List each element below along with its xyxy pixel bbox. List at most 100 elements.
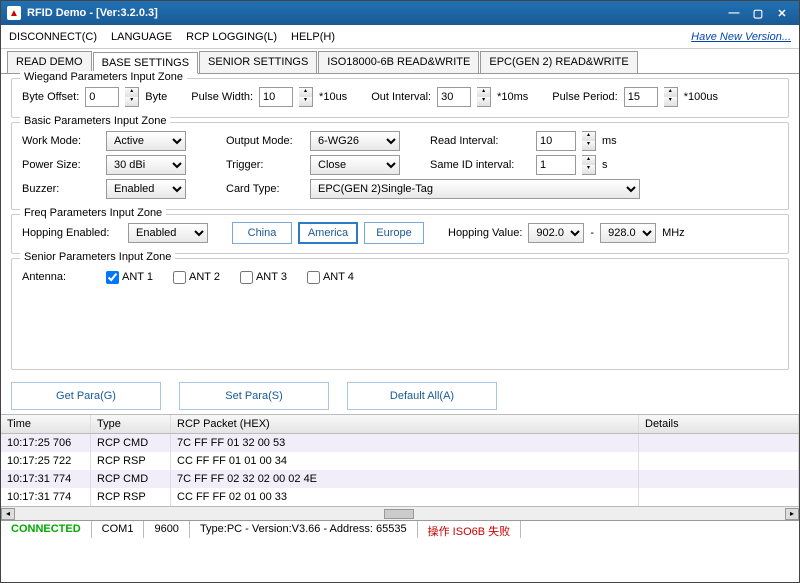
default-all-button[interactable]: Default All(A) [347, 382, 497, 410]
work-mode-label: Work Mode: [22, 135, 100, 147]
sameid-unit: s [602, 159, 608, 171]
buzzer-label: Buzzer: [22, 183, 100, 195]
byte-offset-input[interactable] [85, 87, 119, 107]
sameid-spinner[interactable]: ▴▾ [582, 155, 596, 175]
senior-group: Senior Parameters Input Zone Antenna: AN… [11, 258, 789, 370]
status-error: 操作 ISO6B 失败 [418, 521, 522, 538]
scroll-right-icon[interactable]: ▸ [785, 508, 799, 520]
ant4-label: ANT 4 [323, 271, 354, 283]
output-mode-select[interactable]: 6-WG26 [310, 131, 400, 151]
sameid-input[interactable] [536, 155, 576, 175]
table-row[interactable]: 10:17:31 774RCP RSPCC FF FF 02 01 00 33 [1, 488, 799, 506]
range-sep: - [590, 227, 594, 239]
pulse-period-input[interactable] [624, 87, 658, 107]
read-interval-spinner[interactable]: ▴▾ [582, 131, 596, 151]
ant2-label: ANT 2 [189, 271, 220, 283]
wiegand-group: Wiegand Parameters Input Zone Byte Offse… [11, 78, 789, 118]
log-grid: Time Type RCP Packet (HEX) Details 10:17… [1, 414, 799, 506]
basic-title: Basic Parameters Input Zone [20, 115, 170, 127]
window-title: RFID Demo - [Ver:3.2.0.3] [27, 7, 158, 19]
status-bar: CONNECTED COM1 9600 Type:PC - Version:V3… [1, 520, 799, 538]
region-china[interactable]: China [232, 222, 292, 244]
pp-unit: *100us [684, 91, 718, 103]
cardtype-label: Card Type: [226, 183, 304, 195]
byte-offset-label: Byte Offset: [22, 91, 79, 103]
menu-bar: DISCONNECT(C) LANGUAGE RCP LOGGING(L) HE… [1, 25, 799, 49]
close-button[interactable]: ✕ [771, 5, 793, 21]
menu-language[interactable]: LANGUAGE [111, 31, 172, 43]
title-bar: ▲ RFID Demo - [Ver:3.2.0.3] — ▢ ✕ [1, 1, 799, 25]
pulse-period-label: Pulse Period: [552, 91, 617, 103]
hopping-low-select[interactable]: 902.0 [528, 223, 584, 243]
scroll-left-icon[interactable]: ◂ [1, 508, 15, 520]
byte-unit: Byte [145, 91, 167, 103]
oi-unit: *10ms [497, 91, 528, 103]
read-interval-input[interactable] [536, 131, 576, 151]
ant1-label: ANT 1 [122, 271, 153, 283]
tab-iso18000[interactable]: ISO18000-6B READ&WRITE [318, 51, 479, 73]
pulse-width-spinner[interactable]: ▴▾ [299, 87, 313, 107]
trigger-select[interactable]: Close [310, 155, 400, 175]
horizontal-scrollbar[interactable]: ◂ ▸ [1, 506, 799, 520]
action-row: Get Para(G) Set Para(S) Default All(A) [1, 378, 799, 414]
freq-group: Freq Parameters Input Zone Hopping Enabl… [11, 214, 789, 254]
byte-offset-spinner[interactable]: ▴▾ [125, 87, 139, 107]
col-packet[interactable]: RCP Packet (HEX) [171, 415, 639, 433]
ri-unit: ms [602, 135, 617, 147]
tab-epc-gen2[interactable]: EPC(GEN 2) READ&WRITE [480, 51, 637, 73]
status-version: Type:PC - Version:V3.66 - Address: 65535 [190, 521, 418, 538]
pulse-width-input[interactable] [259, 87, 293, 107]
minimize-button[interactable]: — [723, 5, 745, 21]
col-details[interactable]: Details [639, 415, 799, 433]
work-mode-select[interactable]: Active [106, 131, 186, 151]
region-europe[interactable]: Europe [364, 222, 424, 244]
menu-disconnect[interactable]: DISCONNECT(C) [9, 31, 97, 43]
scroll-thumb[interactable] [384, 509, 414, 519]
hopping-high-select[interactable]: 928.0 [600, 223, 656, 243]
ant4-checkbox[interactable] [307, 271, 320, 284]
sameid-label: Same ID interval: [430, 159, 530, 171]
get-para-button[interactable]: Get Para(G) [11, 382, 161, 410]
status-connection: CONNECTED [1, 521, 92, 538]
col-time[interactable]: Time [1, 415, 91, 433]
status-baud: 9600 [144, 521, 189, 538]
pulse-period-spinner[interactable]: ▴▾ [664, 87, 678, 107]
antenna-label: Antenna: [22, 271, 100, 283]
out-interval-spinner[interactable]: ▴▾ [477, 87, 491, 107]
app-icon: ▲ [7, 6, 21, 20]
menu-rcp-logging[interactable]: RCP LOGGING(L) [186, 31, 277, 43]
table-row[interactable]: 10:17:25 706RCP CMD7C FF FF 01 32 00 53 [1, 434, 799, 452]
wiegand-title: Wiegand Parameters Input Zone [20, 71, 187, 83]
power-select[interactable]: 30 dBi [106, 155, 186, 175]
senior-title: Senior Parameters Input Zone [20, 251, 175, 263]
buzzer-select[interactable]: Enabled [106, 179, 186, 199]
out-interval-label: Out Interval: [371, 91, 431, 103]
menu-help[interactable]: HELP(H) [291, 31, 335, 43]
out-interval-input[interactable] [437, 87, 471, 107]
trigger-label: Trigger: [226, 159, 304, 171]
table-row[interactable]: 10:17:25 722RCP RSPCC FF FF 01 01 00 34 [1, 452, 799, 470]
power-label: Power Size: [22, 159, 100, 171]
maximize-button[interactable]: ▢ [747, 5, 769, 21]
output-mode-label: Output Mode: [226, 135, 304, 147]
pulse-width-label: Pulse Width: [191, 91, 253, 103]
hopping-select[interactable]: Enabled [128, 223, 208, 243]
ant3-label: ANT 3 [256, 271, 287, 283]
tab-read-demo[interactable]: READ DEMO [7, 51, 92, 73]
read-interval-label: Read Interval: [430, 135, 530, 147]
ant1-checkbox[interactable] [106, 271, 119, 284]
col-type[interactable]: Type [91, 415, 171, 433]
ant3-checkbox[interactable] [240, 271, 253, 284]
new-version-link[interactable]: Have New Version... [691, 31, 791, 43]
status-port: COM1 [92, 521, 145, 538]
basic-group: Basic Parameters Input Zone Work Mode: A… [11, 122, 789, 210]
freq-title: Freq Parameters Input Zone [20, 207, 166, 219]
hopping-value-label: Hopping Value: [448, 227, 522, 239]
table-row[interactable]: 10:17:31 774RCP CMD7C FF FF 02 32 02 00 … [1, 470, 799, 488]
ant2-checkbox[interactable] [173, 271, 186, 284]
region-america[interactable]: America [298, 222, 358, 244]
tab-senior-settings[interactable]: SENIOR SETTINGS [199, 51, 317, 73]
set-para-button[interactable]: Set Para(S) [179, 382, 329, 410]
hv-unit: MHz [662, 227, 685, 239]
cardtype-select[interactable]: EPC(GEN 2)Single-Tag [310, 179, 640, 199]
